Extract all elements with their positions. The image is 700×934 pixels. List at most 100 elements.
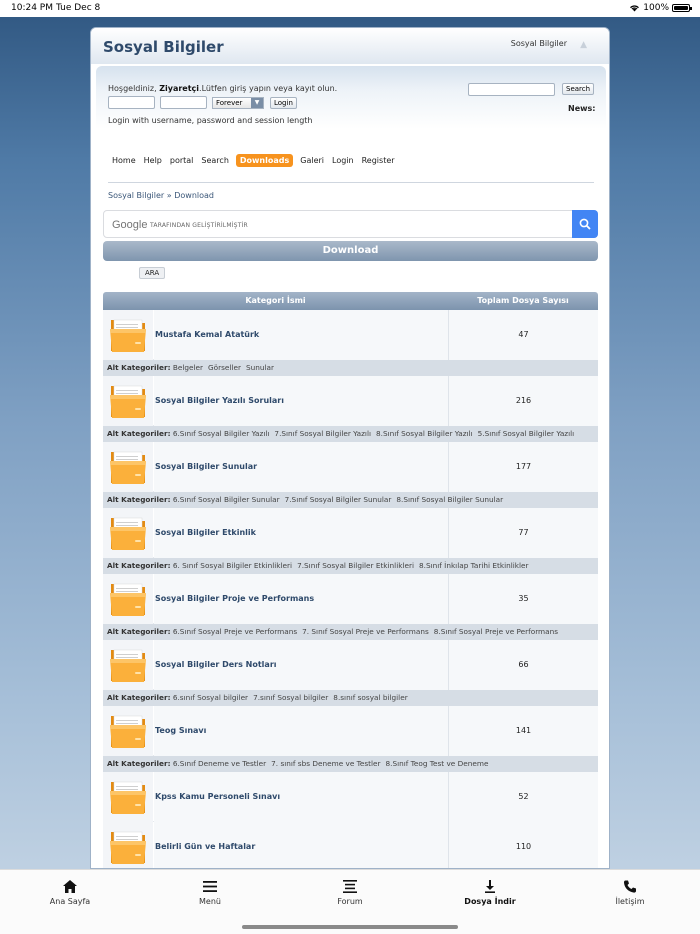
main-menu: Home Help portal Search Downloads Galeri… bbox=[111, 154, 396, 167]
subcategory-link[interactable]: 8.Sınıf Sosyal Preje ve Performans bbox=[434, 627, 558, 636]
column-header-category: Kategori İsmi bbox=[245, 296, 306, 305]
menu-item-help[interactable]: Help bbox=[143, 154, 163, 167]
menu-item-register[interactable]: Register bbox=[361, 154, 396, 167]
subcategory-row: Alt Kategoriler: 6.Sınıf Sosyal Bilgiler… bbox=[103, 426, 598, 442]
subcategory-link[interactable]: 8.Sınıf Sosyal Bilgiler Sunular bbox=[396, 495, 503, 504]
subcategory-row: Alt Kategoriler: 6.Sınıf Sosyal Bilgiler… bbox=[103, 492, 598, 508]
google-search-box[interactable]: Google TARAFINDAN GELİŞTİRİLMİŞTİR bbox=[103, 210, 598, 238]
category-name-link[interactable]: Kpss Kamu Personeli Sınavı bbox=[154, 772, 448, 822]
tab-ana-sayfa[interactable]: Ana Sayfa bbox=[0, 880, 140, 906]
subcategory-link[interactable]: 7.Sınıf Sosyal Bilgiler Sunular bbox=[285, 495, 392, 504]
password-input[interactable] bbox=[160, 96, 207, 109]
table-row[interactable]: Sosyal Bilgiler Ders Notları 66 bbox=[103, 640, 598, 690]
subcategory-link[interactable]: 6.Sınıf Sosyal Preje ve Performans bbox=[173, 627, 297, 636]
collapse-chevron-icon[interactable]: ▲ bbox=[580, 40, 587, 50]
forum-panel: Sosyal Bilgiler Sosyal Bilgiler ▲ Hoşgel… bbox=[90, 27, 610, 869]
category-name-link[interactable]: Sosyal Bilgiler Ders Notları bbox=[154, 640, 448, 690]
table-row[interactable]: Sosyal Bilgiler Etkinlik 77 bbox=[103, 508, 598, 558]
menu-icon bbox=[203, 881, 217, 892]
subcategory-link[interactable]: 7. Sınıf Sosyal Preje ve Performans bbox=[302, 627, 429, 636]
menu-item-downloads[interactable]: Downloads bbox=[235, 154, 294, 167]
subcategory-link[interactable]: Görseller bbox=[208, 363, 241, 372]
tab-menu[interactable]: Menü bbox=[140, 880, 280, 906]
download-icon bbox=[485, 880, 495, 893]
subcategory-link[interactable]: 8.sınıf sosyal bilgiler bbox=[333, 693, 407, 702]
category-name-link[interactable]: Sosyal Bilgiler Sunular bbox=[154, 442, 448, 492]
search-button[interactable]: Search bbox=[562, 83, 595, 95]
subcategory-link[interactable]: 6.Sınıf Sosyal Bilgiler Sunular bbox=[173, 495, 280, 504]
tab-forum[interactable]: Forum bbox=[280, 880, 420, 906]
google-powered-text: TARAFINDAN GELİŞTİRİLMİŞTİR bbox=[150, 222, 248, 229]
status-bar: 10:24 PM Tue Dec 8 100% bbox=[0, 0, 700, 17]
category-table: Kategori İsmi Toplam Dosya Sayısı Mustaf… bbox=[103, 292, 598, 868]
breadcrumb-current[interactable]: Download bbox=[174, 191, 214, 200]
login-area: Hoşgeldiniz, Ziyaretçi.Lütfen giriş yapı… bbox=[96, 66, 606, 129]
category-name-link[interactable]: Mustafa Kemal Atatürk bbox=[154, 310, 448, 360]
category-name-link[interactable]: Teog Sınavı bbox=[154, 706, 448, 756]
subcategory-label: Alt Kategoriler: bbox=[107, 693, 171, 702]
file-count: 66 bbox=[448, 640, 598, 690]
ara-button[interactable]: ARA bbox=[139, 267, 166, 279]
subcategory-link[interactable]: 7. sınıf sbs Deneme ve Testler bbox=[271, 759, 380, 768]
breadcrumb: Sosyal Bilgiler » Download bbox=[108, 191, 214, 200]
file-count: 216 bbox=[448, 376, 598, 426]
subcategory-link[interactable]: 8.Sınıf Teog Test ve Deneme bbox=[386, 759, 489, 768]
folder-icon bbox=[110, 715, 146, 748]
folder-icon bbox=[110, 319, 146, 352]
site-title[interactable]: Sosyal Bilgiler bbox=[103, 38, 224, 56]
home-indicator[interactable] bbox=[242, 925, 458, 929]
file-count: 52 bbox=[448, 772, 598, 822]
subcategory-link[interactable]: 6. Sınıf Sosyal Bilgiler Etkinlikleri bbox=[173, 561, 292, 570]
category-name-link[interactable]: Sosyal Bilgiler Yazılı Soruları bbox=[154, 376, 448, 426]
forum-icon bbox=[343, 880, 357, 893]
tab-label: Forum bbox=[337, 897, 363, 906]
menu-item-portal[interactable]: portal bbox=[169, 154, 195, 167]
subcategory-label: Alt Kategoriler: bbox=[107, 627, 171, 636]
category-name-link[interactable]: Belirli Gün ve Haftalar bbox=[154, 822, 448, 868]
table-row[interactable]: Kpss Kamu Personeli Sınavı 52 bbox=[103, 772, 598, 822]
subcategory-link[interactable]: 6.Sınıf Sosyal Bilgiler Yazılı bbox=[173, 429, 270, 438]
tab-dosya-indir[interactable]: Dosya İndir bbox=[420, 880, 560, 906]
subcategory-row: Alt Kategoriler: Belgeler Görseller Sunula… bbox=[103, 360, 598, 376]
row-icon-cell bbox=[103, 310, 153, 360]
table-row[interactable]: Teog Sınavı 141 bbox=[103, 706, 598, 756]
table-row[interactable]: Sosyal Bilgiler Yazılı Soruları 216 bbox=[103, 376, 598, 426]
menu-item-home[interactable]: Home bbox=[111, 154, 137, 167]
table-row[interactable]: Belirli Gün ve Haftalar 110 bbox=[103, 822, 598, 868]
subcategory-link[interactable]: 8.Sınıf İnkılap Tarihi Etkinlikler bbox=[419, 561, 529, 570]
username-input[interactable] bbox=[108, 96, 155, 109]
table-row[interactable]: Mustafa Kemal Atatürk 47 bbox=[103, 310, 598, 360]
search-input[interactable] bbox=[468, 83, 555, 96]
menu-item-search[interactable]: Search bbox=[200, 154, 229, 167]
breadcrumb-root[interactable]: Sosyal Bilgiler bbox=[108, 191, 164, 200]
subcategory-link[interactable]: 6.Sınıf Deneme ve Testler bbox=[173, 759, 266, 768]
google-search-button[interactable] bbox=[572, 210, 598, 238]
menu-item-galeri[interactable]: Galeri bbox=[299, 154, 325, 167]
session-length-select[interactable]: Forever ▼ bbox=[212, 97, 264, 109]
row-icon-cell bbox=[103, 822, 153, 868]
status-time: 10:24 PM bbox=[11, 3, 53, 13]
status-right: 100% bbox=[629, 3, 692, 13]
subcategory-row: Alt Kategoriler: 6.sınıf Sosyal bilgiler… bbox=[103, 690, 598, 706]
category-name-link[interactable]: Sosyal Bilgiler Proje ve Performans bbox=[154, 574, 448, 624]
battery-percent: 100% bbox=[643, 3, 669, 13]
subcategory-link[interactable]: 7.Sınıf Sosyal Bilgiler Yazılı bbox=[274, 429, 371, 438]
subcategory-link[interactable]: Belgeler bbox=[173, 363, 203, 372]
subcategory-row: Alt Kategoriler: 6. Sınıf Sosyal Bilgile… bbox=[103, 558, 598, 574]
battery-icon bbox=[672, 4, 692, 12]
subcategory-link[interactable]: 5.Sınıf Sosyal Bilgiler Yazılı bbox=[478, 429, 575, 438]
subcategory-link[interactable]: 6.sınıf Sosyal bilgiler bbox=[173, 693, 248, 702]
tab-label: Dosya İndir bbox=[464, 897, 516, 906]
subcategory-link[interactable]: 8.Sınıf Sosyal Bilgiler Yazılı bbox=[376, 429, 473, 438]
tab-iletisim[interactable]: İletişim bbox=[560, 880, 700, 906]
search-icon bbox=[579, 218, 591, 230]
category-name-link[interactable]: Sosyal Bilgiler Etkinlik bbox=[154, 508, 448, 558]
subcategory-link[interactable]: 7.Sınıf Sosyal Bilgiler Etkinlikleri bbox=[297, 561, 414, 570]
subcategory-link[interactable]: 7.sınıf Sosyal bilgiler bbox=[253, 693, 328, 702]
welcome-suffix[interactable]: .Lütfen giriş yapın veya kayıt olun. bbox=[199, 84, 337, 93]
table-row[interactable]: Sosyal Bilgiler Sunular 177 bbox=[103, 442, 598, 492]
menu-item-login[interactable]: Login bbox=[331, 154, 355, 167]
table-row[interactable]: Sosyal Bilgiler Proje ve Performans 35 bbox=[103, 574, 598, 624]
subcategory-link[interactable]: Sunular bbox=[246, 363, 274, 372]
login-button[interactable]: Login bbox=[270, 97, 297, 109]
